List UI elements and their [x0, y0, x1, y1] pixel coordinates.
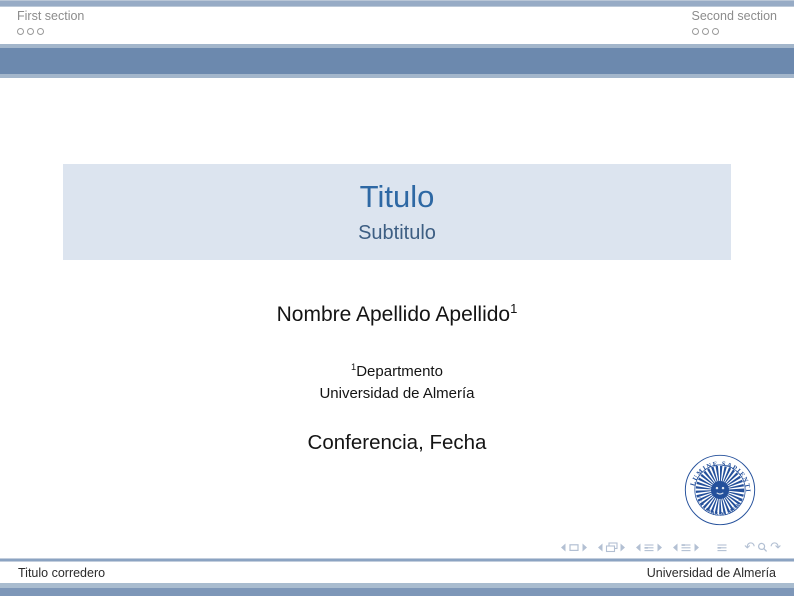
section-nav-second: Second section [692, 10, 777, 35]
section-link-first[interactable]: First section [17, 10, 84, 24]
frame-nav-group [597, 542, 626, 553]
mini-frame-dot[interactable] [37, 28, 44, 35]
slide-title: Titulo [360, 180, 435, 214]
mini-frame-dot[interactable] [692, 28, 699, 35]
author-footnote-mark: 1 [510, 301, 517, 316]
next-section-icon[interactable] [694, 543, 700, 552]
search-icon[interactable] [757, 542, 768, 553]
footer-short-title: Titulo corredero [18, 566, 105, 580]
history-nav-group: ↶ ↷ [744, 542, 781, 553]
seal-sun-face [711, 481, 729, 499]
author-name: Nombre Apellido Apellido [277, 303, 510, 326]
conference-date-line: Conferencia, Fecha [0, 431, 794, 455]
bar-light-bottom [0, 74, 794, 78]
bar-main [0, 48, 794, 74]
mini-frame-dot[interactable] [702, 28, 709, 35]
slide-frame-icon[interactable] [568, 543, 580, 552]
presentation-outline-icon[interactable] [716, 543, 728, 553]
institute-university: Universidad de Almería [0, 383, 794, 405]
next-slide-icon[interactable] [582, 543, 588, 552]
university-seal-logo: IN LUMINE SAPIENTIA VNIVERSITAS ALMERIEN… [682, 451, 758, 529]
navigation-symbols: ↶ ↷ [551, 542, 781, 553]
prev-frame-icon[interactable] [597, 543, 603, 552]
section-link-second[interactable]: Second section [692, 10, 777, 24]
slide-nav-group [560, 543, 588, 552]
prev-subsection-icon[interactable] [635, 543, 641, 552]
forward-icon[interactable]: ↷ [770, 543, 781, 553]
top-decorative-strip [0, 0, 794, 7]
outline-nav-group [716, 543, 728, 553]
mini-frame-dots-second [692, 28, 777, 35]
institute-department-line: 1Departmento [0, 361, 794, 383]
mini-frame-dot[interactable] [27, 28, 34, 35]
mini-frame-dot[interactable] [712, 28, 719, 35]
subsection-list-icon[interactable] [643, 543, 655, 553]
next-subsection-icon[interactable] [657, 543, 663, 552]
section-list-icon[interactable] [680, 543, 692, 553]
universidad-de-almeria-seal-icon: IN LUMINE SAPIENTIA VNIVERSITAS ALMERIEN… [682, 451, 758, 529]
institute-block: 1Departmento Universidad de Almería [0, 361, 794, 405]
back-icon[interactable]: ↶ [744, 543, 755, 553]
slide-subtitle: Subtitulo [358, 222, 436, 244]
footer-bottom-bar [0, 588, 794, 596]
frame-overlay-icon[interactable] [605, 542, 618, 553]
author-line: Nombre Apellido Apellido1 [0, 301, 794, 327]
next-frame-icon[interactable] [620, 543, 626, 552]
mini-frame-dot[interactable] [17, 28, 24, 35]
footer-institution: Universidad de Almería [647, 566, 776, 580]
institute-department: Departmento [356, 363, 443, 380]
beamer-title-slide: First section Second section Titulo Subt… [0, 0, 794, 596]
section-navigation-header: First section Second section [0, 10, 794, 44]
section-nav-first: First section [17, 10, 84, 35]
footer: Titulo corredero Universidad de Almería [0, 562, 794, 583]
title-block: Titulo Subtitulo [63, 164, 731, 260]
section-nav-group [672, 543, 700, 553]
mini-frame-dots-first [17, 28, 84, 35]
subsection-nav-group [635, 543, 663, 553]
prev-section-icon[interactable] [672, 543, 678, 552]
prev-slide-icon[interactable] [560, 543, 566, 552]
header-separator-bar [0, 44, 794, 78]
